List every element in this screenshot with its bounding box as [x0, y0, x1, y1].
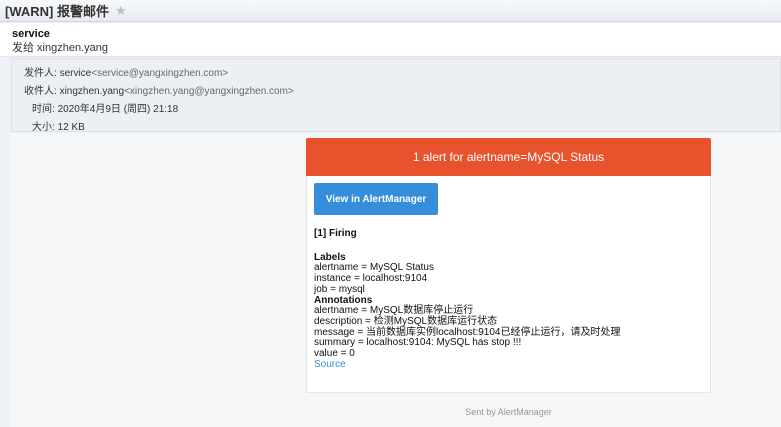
to-address: <xingzhen.yang@yangxingzhen.com>	[124, 86, 294, 97]
meta-to-row: 收件人: xingzhen.yang<xingzhen.yang@yangxin…	[24, 83, 780, 101]
label-line: job = mysql	[314, 283, 365, 295]
alert-header: 1 alert for alertname=MySQL Status	[306, 138, 711, 176]
footer-text: Sent by AlertManager	[465, 407, 552, 417]
sender-box: service 发给 xingzhen.yang	[0, 23, 781, 57]
from-name[interactable]: service	[60, 68, 92, 79]
email-meta: 发件人: service<service@yangxingzhen.com> 收…	[11, 58, 781, 133]
source-link[interactable]: Source	[314, 359, 704, 371]
star-icon[interactable]: ★	[115, 4, 127, 17]
time-label: 时间:	[32, 104, 55, 115]
to-label: 收件人:	[24, 86, 57, 97]
meta-from-row: 发件人: service<service@yangxingzhen.com>	[24, 65, 780, 83]
label-line: instance = localhost:9104	[314, 273, 428, 285]
time-value: 2020年4月9日 (周四) 21:18	[57, 104, 179, 115]
size-value: 12 KB	[57, 122, 85, 133]
alert-card: View in AlertManager [1] Firing Labels a…	[306, 176, 711, 393]
alert-details: [1] Firing Labels alertname = MySQL Stat…	[314, 228, 704, 371]
annotation-line: value = 0	[314, 348, 355, 360]
subject-bar: [WARN] 报警邮件 ★	[0, 0, 781, 22]
email-subject: [WARN] 报警邮件	[5, 4, 109, 19]
email-body: 1 alert for alertname=MySQL Status View …	[11, 133, 781, 427]
meta-time-row: 时间: 2020年4月9日 (周四) 21:18	[24, 101, 780, 119]
sender-to-line: 发给 xingzhen.yang	[12, 42, 108, 54]
to-name[interactable]: xingzhen.yang	[60, 86, 125, 97]
sender-name[interactable]: service	[12, 28, 769, 41]
firing-title: [1] Firing	[314, 228, 357, 239]
from-address: <service@yangxingzhen.com>	[91, 68, 229, 79]
from-label: 发件人:	[24, 68, 57, 79]
annotation-line: summary = localhost:9104: MySQL has stop…	[314, 337, 522, 349]
view-in-alertmanager-button[interactable]: View in AlertManager	[314, 183, 438, 215]
